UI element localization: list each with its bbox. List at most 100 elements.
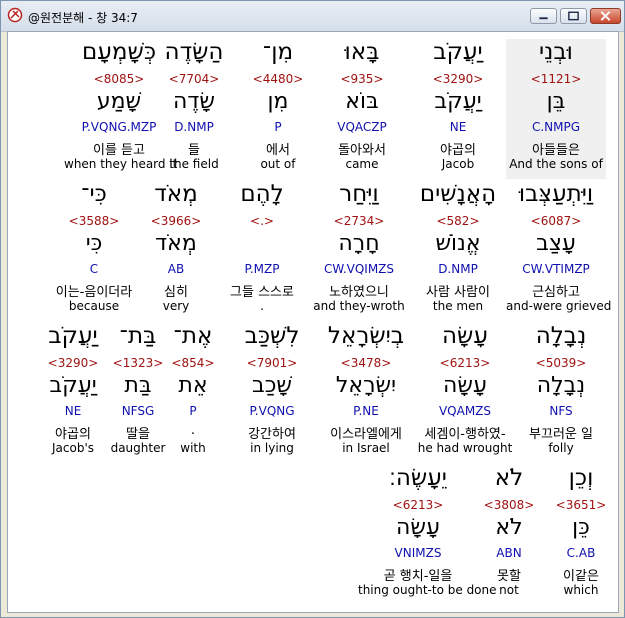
korean-gloss: 에서 [266,143,290,158]
morphology-code: CW.VQIMZS [323,262,395,276]
morphology-code: VQAMZS [438,404,492,418]
strong-number: <3290> [432,72,484,86]
lemma-word: יִשְׂרָאֵל [335,373,397,398]
korean-gloss: 세겜이-행하였- [424,427,506,442]
word-cell[interactable]: לָהֶם <.> P.MZP 그들 스스로. [214,181,310,321]
morphology-code: P.NE [353,404,379,418]
word-cell[interactable]: כִּי־ <3588> כִּי C 이는-음이더라 because [44,181,144,321]
maximize-button[interactable] [560,8,587,24]
hebrew-word: יֵעָשֶׂה׃ [389,465,447,491]
minimize-button[interactable] [530,8,557,24]
morphology-code: C [89,262,99,276]
english-gloss: Jacob [441,157,475,171]
hebrew-word: יַעֲקֹב [48,323,98,349]
strong-number: <4480> [252,72,304,86]
korean-gloss: 이는-음이더라 [55,285,133,300]
english-gloss: thing ought-to be done [358,583,497,597]
morphology-code: P [274,120,282,134]
morphology-code: ABN [496,546,522,560]
strong-number: <6087> [530,214,582,228]
lemma-word: בּוֹא [345,89,379,114]
maximize-icon [568,11,579,21]
hebrew-word: לִשְׁכַּב [244,323,300,349]
strong-number: <6213> [392,498,444,512]
korean-gloss: 부끄러운 일 [529,427,593,442]
morphology-code: P.VQNG [249,404,295,418]
lemma-word: חָרָה [338,231,380,256]
strong-number: <582> [436,214,480,228]
strong-number: <8085> [93,72,145,86]
strong-number: <2734> [333,214,385,228]
word-cell[interactable]: וַיִּתְעַצְּבוּ <6087> עָצַב CW.VTIMZP 근심하고 a… [506,181,612,321]
word-cell[interactable]: וּבְנֵי <1121> בֵּן C.NMPG 아들들은 And the sons … [506,39,606,179]
lemma-word: שָׁמַע [96,89,142,114]
korean-gloss: 돌아와서 [338,143,386,158]
word-cell[interactable]: יַעֲקֹב <3290> יַעֲקֹב NE 야곱의 Jacob [410,39,506,179]
hebrew-word: מְאֹד [154,181,198,207]
hebrew-word: הָאֲנָשִׁים [419,181,497,207]
strong-number: <3651> [555,498,607,512]
word-cell[interactable]: מְאֹד <3966> מְאֹד AB 심히 very [134,181,218,321]
word-cell[interactable]: לִשְׁכַּב <7901> שָׁכַב P.VQNG 강간하여 in lying [228,323,316,463]
word-cell[interactable]: וַיִּחַר <2734> חָרָה CW.VQIMZS 노하였으니 and the… [304,181,414,321]
korean-gloss: 야곱의 [55,427,91,442]
word-cell[interactable]: בָּאוּ <935> בּוֹא VQACZP 돌아와서 came [314,39,410,179]
word-cell[interactable]: כְּשָׁמְעָם <8085> שָׁמַע P.VQNG.MZP 이를 듣고 wh… [64,39,178,179]
lemma-word: שָׁכַב [252,373,292,398]
morphology-code: NE [64,404,82,418]
word-cell[interactable]: הָאֲנָשִׁים <582> אֱנוֹשׁ D.NMP 사람 사람이 the me… [410,181,506,321]
hebrew-word: וּבְנֵי [539,39,573,65]
strong-number: <935> [340,72,384,86]
hebrew-word: וַיִּתְעַצְּבוּ [518,181,594,207]
korean-gloss: 이스라엘에게 [330,427,402,442]
morphology-code: VNIMZS [394,546,442,560]
morphology-code: NE [449,120,467,134]
korean-gloss: 사람 사람이 [426,285,490,300]
lemma-word: יַעֲקֹב [49,373,97,398]
english-gloss: out of [260,157,296,171]
lemma-word: בֵּן [546,89,566,114]
strong-number: <.> [250,214,274,228]
english-gloss: because [68,299,120,313]
english-gloss: folly [548,441,574,455]
lemma-word: אֱנוֹשׁ [435,231,481,256]
word-cell[interactable]: עָשָׂה <6213> עָשָׂה VQAMZS 세겜이-행하였-he had w… [413,323,517,463]
lemma-word: כֵּן [572,515,590,540]
english-gloss: And the sons of [509,157,603,171]
strong-number: <7901> [246,356,298,370]
morphology-code: AB [167,262,185,276]
hebrew-word: וַיִּחַר [339,181,379,207]
strong-number: <3290> [47,356,99,370]
window-title: @원전분해 - 창 34:7 [28,11,138,25]
word-cell[interactable]: מִן־ <4480> מִן P 에서 out of [236,39,320,179]
lemma-word: נְבָלָה [536,373,586,398]
morphology-code: C.AB [566,546,596,560]
title-bar[interactable]: @원전분해 - 창 34:7 [1,1,624,32]
lemma-word: כִּי [85,231,103,256]
close-button[interactable] [590,8,621,24]
lemma-word: עָצַב [536,231,576,256]
strong-number: <5039> [535,356,587,370]
lemma-word: מִן [267,89,289,114]
hebrew-word: נְבָלָה [535,323,587,349]
english-gloss: which [563,583,599,597]
morphology-code: P.VQNG.MZP [81,120,157,134]
korean-gloss: 아들들은 [532,143,580,158]
word-cell[interactable]: בְיִשְׂרָאֵל <3478> יִשְׂרָאֵל P.NE 이스라엘에게 in… [313,323,419,463]
word-cell[interactable]: יֵעָשֶׂה׃ <6213> עָשָׂה VNIMZS 곧 행치-일을 thing … [358,465,497,605]
morphology-code: CW.VTIMZP [522,262,590,276]
lemma-word: לֹא [495,515,523,540]
lemma-word: מְאֹד [155,231,197,256]
morphology-code: NFS [549,404,573,418]
english-gloss: when they heard it [64,157,178,171]
word-cell[interactable]: וְכֵן <3651> כֵּן C.AB 이같은 which [542,465,618,605]
english-gloss: and-were grieved [506,299,612,313]
strong-number: <6213> [439,356,491,370]
word-cell[interactable]: נְבָלָה <5039> נְבָלָה NFS 부끄러운 일 folly [516,323,606,463]
word-cell[interactable]: יַעֲקֹב <3290> יַעֲקֹב NE 야곱의 Jacob's [30,323,116,463]
app-window: @원전분해 - 창 34:7 וּבְנֵי <1121> בֵּן C.NMPG 아들… [0,0,625,618]
hebrew-word: בָּאוּ [344,39,380,65]
korean-gloss: 심히 [164,285,188,300]
strong-number: <3808> [483,498,535,512]
korean-gloss: 곧 행치-일을 [383,569,453,584]
